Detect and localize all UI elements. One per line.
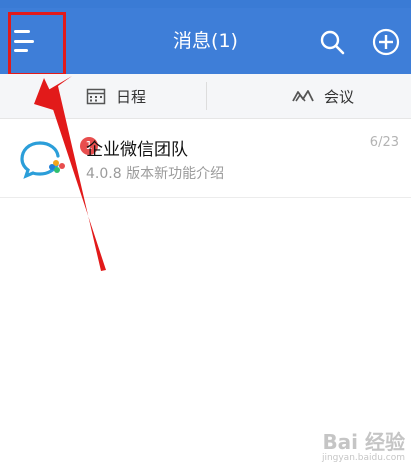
wecom-logo-icon: 1 (18, 135, 98, 185)
message-date: 6/23 (369, 135, 399, 150)
tab-meeting-label: 会议 (324, 87, 355, 106)
add-button[interactable] (372, 28, 400, 56)
watermark-url: jingyan.baidu.com (321, 453, 405, 463)
search-icon (320, 30, 345, 55)
watermark-text: Bai 经验 (322, 430, 405, 454)
add-circle-icon (372, 28, 400, 56)
tab-schedule[interactable]: 日程 (86, 74, 146, 118)
meeting-icon (292, 90, 314, 102)
message-title: 企业微信团队 (86, 140, 188, 160)
status-bar (0, 0, 411, 8)
message-subtitle: 4.0.8 版本新功能介绍 (86, 166, 225, 182)
tab-row: 日程 会议 (0, 74, 411, 119)
tab-meeting[interactable]: 会议 (292, 74, 354, 118)
highlight-box (8, 12, 66, 76)
tab-schedule-label: 日程 (116, 87, 147, 106)
tab-divider (206, 82, 207, 110)
watermark: Bai 经验 jingyan.baidu.com (322, 431, 405, 463)
wecom-logo-graphic (20, 141, 65, 179)
message-list-item[interactable]: 1 企业微信团队 4.0.8 版本新功能介绍 6/23 (0, 119, 411, 198)
search-button[interactable] (318, 28, 346, 56)
calendar-icon (86, 88, 106, 105)
